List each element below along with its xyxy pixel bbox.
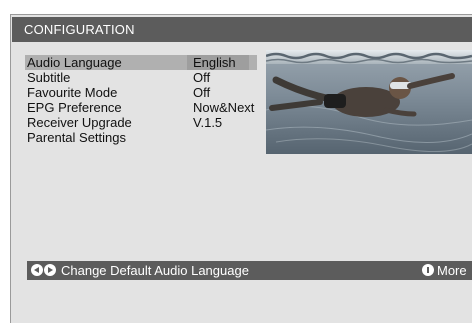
nav-arrows	[31, 264, 57, 277]
menu-item-receiver-upgrade[interactable]: Receiver Upgrade V.1.5	[25, 115, 257, 130]
menu-item-parental-settings[interactable]: Parental Settings	[25, 130, 257, 145]
menu-item-label: Receiver Upgrade	[27, 115, 132, 130]
menu-item-label: Subtitle	[27, 70, 71, 85]
menu-item-label: Parental Settings	[27, 130, 127, 145]
menu-item-audio-language[interactable]: Audio Language English	[25, 55, 257, 70]
help-text: Change Default Audio Language	[61, 263, 249, 278]
menu-item-value: V.1.5	[193, 115, 223, 130]
arrow-right-circle-icon[interactable]	[44, 264, 56, 276]
menu-item-label: Audio Language	[27, 55, 122, 70]
menu-item-value: Now&Next	[193, 100, 255, 115]
more-button[interactable]: More	[437, 261, 467, 280]
menu-item-favourite-mode[interactable]: Favourite Mode Off	[25, 85, 257, 100]
swimmer-underwater-image	[266, 50, 472, 154]
help-bar: Change Default Audio Language More	[27, 261, 472, 280]
menu-item-value: Off	[193, 70, 211, 85]
settings-menu: Audio Language English Subtitle Off Favo…	[25, 55, 257, 145]
arrow-left-circle-icon[interactable]	[31, 264, 43, 276]
info-circle-icon[interactable]	[422, 264, 434, 276]
page-title: CONFIGURATION	[12, 17, 472, 42]
menu-item-label: Favourite Mode	[27, 85, 118, 100]
menu-item-value: English	[193, 55, 236, 70]
menu-item-label: EPG Preference	[27, 100, 122, 115]
preview-window	[266, 50, 472, 154]
menu-item-value: Off	[193, 85, 211, 100]
menu-item-subtitle[interactable]: Subtitle Off	[25, 70, 257, 85]
menu-item-epg-preference[interactable]: EPG Preference Now&Next	[25, 100, 257, 115]
